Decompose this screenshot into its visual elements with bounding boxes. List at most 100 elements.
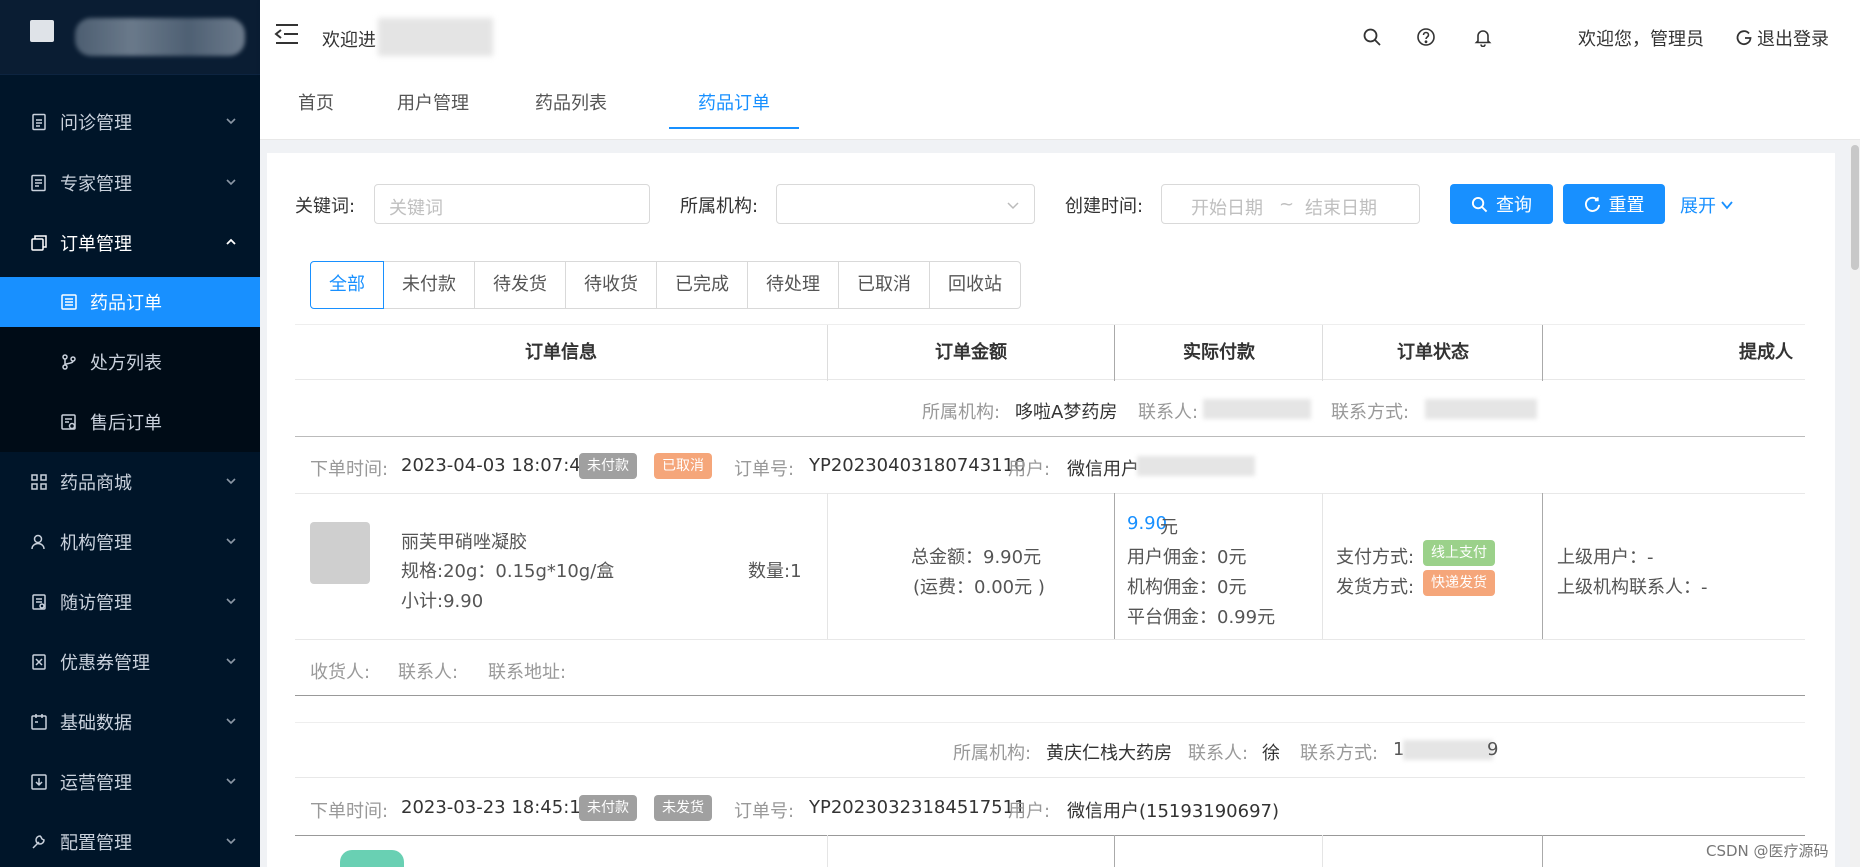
date-range-picker[interactable]: 开始日期 ~ 结束日期 [1161, 184, 1420, 224]
status-badge: 已取消 [654, 453, 712, 479]
range-separator: ~ [1279, 194, 1295, 215]
status-tab-to-ship[interactable]: 待发货 [475, 261, 566, 309]
ship-method-badge: 快递发货 [1423, 570, 1495, 596]
menu-fold-icon[interactable] [274, 22, 300, 46]
orders-table-header: 订单信息 订单金额 实际付款 订单状态 提成人 [295, 324, 1805, 381]
product-name[interactable]: 丽芙甲硝唑凝胶 [401, 528, 527, 554]
status-badge: 未付款 [579, 453, 637, 479]
order-status-tabs: 全部 未付款 待发货 待收货 已完成 待处理 已取消 回收站 [310, 261, 1021, 309]
search-button[interactable]: 查询 [1450, 184, 1553, 224]
coupon-icon [30, 653, 48, 671]
refresh-icon [1584, 196, 1600, 212]
sidebar-subitem-drug-orders[interactable]: 药品订单 [0, 277, 260, 327]
wrench-icon [30, 833, 48, 851]
org-label: 所属机构: [680, 196, 759, 217]
order-no-label: 订单号: [734, 801, 795, 822]
sidebar-subitem-after-sales[interactable]: 售后订单 [0, 397, 260, 447]
search-button-label: 查询 [1496, 195, 1532, 216]
sidebar-item-experts[interactable]: 专家管理 [0, 153, 260, 213]
cell-divider [827, 493, 828, 639]
list-icon [60, 293, 78, 311]
sidebar-subitem-prescriptions[interactable]: 处方列表 [0, 337, 260, 387]
sidebar-item-drug-mall[interactable]: 药品商城 [0, 452, 260, 512]
keyword-input[interactable]: 关键词 [374, 184, 650, 224]
product-spec: 规格:20g：0.15g*10g/盒 [401, 561, 615, 582]
chevron-down-icon [226, 658, 236, 665]
sidebar-item-consultation[interactable]: 问诊管理 [0, 92, 260, 152]
expand-filters-link[interactable]: 展开 [1680, 192, 1734, 218]
cell-divider [1114, 835, 1115, 867]
tab-drug-orders[interactable]: 药品订单 [669, 75, 799, 129]
column-divider [1542, 325, 1543, 381]
sidebar: 问诊管理 专家管理 订单管理 药品订单 处方列表 售后订单 药品商城 机构管理 [0, 0, 260, 867]
sidebar-item-label: 药品商城 [60, 473, 132, 494]
cell-divider [1322, 835, 1323, 867]
status-tab-unpaid[interactable]: 未付款 [384, 261, 475, 309]
receiver-label: 收货人: [310, 662, 371, 683]
phone-redacted [1425, 399, 1537, 419]
user-commission: 用户佣金：0元 [1127, 547, 1247, 568]
sidebar-item-coupons[interactable]: 优惠券管理 [0, 632, 260, 692]
status-tab-pending[interactable]: 待处理 [748, 261, 839, 309]
status-tab-to-receive[interactable]: 待收货 [566, 261, 657, 309]
contact-redacted [1203, 399, 1311, 419]
app-name-redacted [75, 18, 245, 56]
sidebar-submenu-orders: 药品订单 处方列表 售后订单 [0, 277, 260, 452]
document-icon [30, 113, 48, 131]
product-thumbnail [310, 522, 370, 584]
row-divider [295, 777, 1805, 778]
tab-drug-list[interactable]: 药品列表 [516, 75, 626, 129]
org-name: 黄庆仁栈大药房 [1046, 743, 1172, 764]
status-badge: 未发货 [654, 795, 712, 821]
status-tab-all[interactable]: 全部 [310, 261, 384, 309]
status-tab-cancelled[interactable]: 已取消 [839, 261, 930, 309]
org-select[interactable] [776, 184, 1035, 224]
page-tabs: 首页 用户管理 药品列表 药品订单 [260, 75, 1860, 140]
receiver-contact-label: 联系人: [398, 662, 459, 683]
status-tab-completed[interactable]: 已完成 [657, 261, 748, 309]
chevron-down-icon [1007, 202, 1019, 210]
sidebar-item-operations[interactable]: 运营管理 [0, 752, 260, 812]
tab-home[interactable]: 首页 [276, 75, 356, 129]
search-icon[interactable] [1362, 27, 1382, 47]
product-subtotal: 小计:9.90 [401, 591, 484, 612]
sidebar-item-label: 订单管理 [60, 234, 132, 255]
download-box-icon [30, 773, 48, 791]
reset-button[interactable]: 重置 [1563, 184, 1665, 224]
chevron-up-icon [226, 238, 236, 245]
page-header-title: 欢迎进 [322, 30, 376, 51]
bell-icon[interactable] [1473, 27, 1493, 47]
title-redacted [378, 18, 493, 56]
sidebar-subitem-label: 售后订单 [90, 413, 162, 434]
cell-divider [1322, 493, 1323, 639]
help-icon[interactable] [1416, 27, 1436, 47]
clipboard-icon [30, 593, 48, 611]
badge-partial [340, 850, 404, 867]
scrollbar-thumb[interactable] [1851, 145, 1859, 270]
row-divider [295, 639, 1805, 640]
copy-icon [30, 234, 48, 252]
column-divider [827, 325, 828, 381]
keyword-label: 关键词: [295, 196, 356, 217]
row-divider [295, 493, 1805, 494]
row-divider [295, 695, 1805, 696]
tab-users[interactable]: 用户管理 [378, 75, 488, 129]
sidebar-item-base-data[interactable]: 基础数据 [0, 692, 260, 752]
user-name: 微信用户(15193190697) [1067, 801, 1280, 822]
phone-label: 联系方式: [1300, 743, 1379, 764]
status-tab-recycle-bin[interactable]: 回收站 [930, 261, 1021, 309]
sidebar-item-institutions[interactable]: 机构管理 [0, 512, 260, 572]
column-header-order-info: 订单信息 [525, 342, 597, 363]
logout-button[interactable]: 退出登录 [1735, 25, 1829, 51]
column-header-order-status: 订单状态 [1397, 342, 1469, 363]
chevron-down-icon [226, 179, 236, 186]
sidebar-item-followup[interactable]: 随访管理 [0, 572, 260, 632]
sidebar-item-orders[interactable]: 订单管理 [0, 213, 260, 273]
sidebar-item-config[interactable]: 配置管理 [0, 812, 260, 867]
org-label: 所属机构: [922, 402, 1001, 423]
end-date-placeholder: 结束日期 [1305, 198, 1377, 219]
row-divider [295, 436, 1805, 437]
order-no: YP20230323184517511 [809, 797, 1026, 818]
row-divider [295, 835, 1805, 836]
keyword-placeholder: 关键词 [389, 198, 443, 219]
